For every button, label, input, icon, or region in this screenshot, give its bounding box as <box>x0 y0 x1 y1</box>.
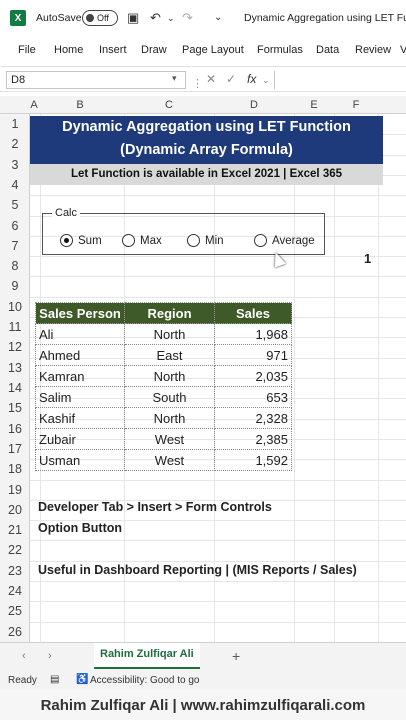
title-bar: X AutoSave Off ▣ ↶ ⌄ ↷ ⌄ Dynamic Aggrega… <box>0 0 406 36</box>
add-sheet-icon[interactable]: + <box>232 648 240 664</box>
cell-person[interactable]: Zubair <box>35 428 125 450</box>
radio-selected-icon <box>60 234 73 247</box>
ribbon-tabs: File Home Insert Draw Page Layout Formul… <box>0 36 406 64</box>
sales-table: Sales Person Region Sales Ali North 1,968 … <box>35 302 292 471</box>
accessibility-icon[interactable]: ♿ <box>76 674 88 685</box>
cell-region[interactable]: North <box>124 323 215 345</box>
cell-region[interactable]: West <box>124 428 215 450</box>
note-developer-tab: Developer Tab > Insert > Form Controls <box>38 500 272 514</box>
cell-sales[interactable]: 2,328 <box>214 407 292 429</box>
formula-bar: D8 ▾ ⋮ ✕ ✓ fx ⌄ <box>0 66 406 92</box>
linked-cell-value[interactable]: 1 <box>364 251 371 266</box>
tab-home[interactable]: Home <box>54 44 83 56</box>
macro-record-icon[interactable]: ▤ <box>50 674 59 685</box>
cell-sales[interactable]: 971 <box>214 344 292 366</box>
option-max[interactable]: Max <box>122 234 162 247</box>
cell-region[interactable]: East <box>124 344 215 366</box>
cell-region[interactable]: South <box>124 386 215 408</box>
tab-insert[interactable]: Insert <box>99 44 127 56</box>
enter-icon[interactable]: ✓ <box>226 72 236 86</box>
note-option-button: Option Button <box>38 521 122 535</box>
autosave-state: Off <box>97 13 109 23</box>
cell-region[interactable]: North <box>124 365 215 387</box>
accessibility-status[interactable]: Accessibility: Good to go <box>90 675 200 686</box>
option-average-label: Average <box>272 234 315 247</box>
insert-function-icon[interactable]: fx <box>247 72 256 86</box>
autosave-label: AutoSave <box>36 12 82 24</box>
table-header-row: Sales Person Region Sales <box>35 302 292 324</box>
cell-sales[interactable]: 2,385 <box>214 428 292 450</box>
fx-dropdown-icon[interactable]: ⌄ <box>262 75 270 86</box>
cell-region[interactable]: North <box>124 407 215 429</box>
tab-page-layout[interactable]: Page Layout <box>182 44 244 56</box>
save-icon[interactable]: ▣ <box>127 10 139 26</box>
undo-icon[interactable]: ↶ <box>150 10 161 26</box>
tab-file[interactable]: File <box>18 44 36 56</box>
cell-sales[interactable]: 653 <box>214 386 292 408</box>
option-average[interactable]: Average <box>254 234 315 247</box>
autosave-toggle[interactable]: Off <box>82 10 118 26</box>
cell-person[interactable]: Usman <box>35 449 125 471</box>
tab-draw[interactable]: Draw <box>141 44 167 56</box>
cell-person[interactable]: Kashif <box>35 407 125 429</box>
formula-bar-separator: ⋮ <box>192 78 203 90</box>
next-sheet-icon[interactable]: › <box>48 650 52 662</box>
table-row: Usman West 1,592 <box>35 449 292 471</box>
name-box[interactable]: D8 <box>6 71 186 89</box>
sheet-tab-active[interactable]: Rahim Zulfiqar Ali <box>94 643 200 669</box>
sheet-tab-bar: ‹ › Rahim Zulfiqar Ali + <box>0 642 406 670</box>
cell-sales[interactable]: 1,592 <box>214 449 292 471</box>
table-row: Ali North 1,968 <box>35 323 292 345</box>
status-bar: Ready ▤ ♿ Accessibility: Good to go <box>0 670 406 690</box>
cell-sales[interactable]: 2,035 <box>214 365 292 387</box>
header-sales-person[interactable]: Sales Person <box>35 302 125 324</box>
cell-person[interactable]: Ahmed <box>35 344 125 366</box>
status-ready: Ready <box>8 675 37 686</box>
radio-icon <box>254 234 267 247</box>
undo-dropdown-icon[interactable]: ⌄ <box>167 13 175 24</box>
redo-icon[interactable]: ↷ <box>182 10 193 26</box>
cell-content: Dynamic Aggregation using LET Function (… <box>0 96 406 642</box>
option-max-label: Max <box>140 234 162 247</box>
customize-toolbar-icon[interactable]: ⌄ <box>214 12 222 23</box>
cell-region[interactable]: West <box>124 449 215 471</box>
excel-logo-icon: X <box>10 10 26 26</box>
table-row: Zubair West 2,385 <box>35 428 292 450</box>
worksheet-grid[interactable]: A B C D E F 1 2 3 4 5 6 7 8 9 10 11 12 13 14 15 16 17 18 1… <box>0 96 406 643</box>
tab-data[interactable]: Data <box>316 44 339 56</box>
header-sales[interactable]: Sales <box>214 302 292 324</box>
cell-sales[interactable]: 1,968 <box>214 323 292 345</box>
table-row: Kamran North 2,035 <box>35 365 292 387</box>
banner-subtitle: (Dynamic Array Formula) <box>30 138 383 164</box>
prev-sheet-icon[interactable]: ‹ <box>22 650 26 662</box>
availability-note: Let Function is available in Excel 2021 … <box>30 164 383 185</box>
table-row: Salim South 653 <box>35 386 292 408</box>
tab-review[interactable]: Review <box>355 44 391 56</box>
option-sum[interactable]: Sum <box>60 234 102 247</box>
name-box-dropdown-icon[interactable]: ▾ <box>172 73 177 84</box>
radio-icon <box>122 234 135 247</box>
tab-formulas[interactable]: Formulas <box>257 44 303 56</box>
table-row: Kashif North 2,328 <box>35 407 292 429</box>
table-row: Ahmed East 971 <box>35 344 292 366</box>
option-min[interactable]: Min <box>187 234 224 247</box>
banner-title: Dynamic Aggregation using LET Function <box>30 116 383 138</box>
formula-input[interactable] <box>274 71 406 89</box>
option-sum-label: Sum <box>78 234 102 247</box>
document-title: Dynamic Aggregation using LET Functi <box>244 12 406 24</box>
tab-view[interactable]: V <box>400 44 406 56</box>
header-region[interactable]: Region <box>124 302 215 324</box>
note-dashboard: Useful in Dashboard Reporting | (MIS Rep… <box>38 563 357 577</box>
cell-person[interactable]: Salim <box>35 386 125 408</box>
cell-person[interactable]: Kamran <box>35 365 125 387</box>
cell-person[interactable]: Ali <box>35 323 125 345</box>
option-min-label: Min <box>205 234 224 247</box>
calc-group-label: Calc <box>52 207 81 219</box>
author-footer: Rahim Zulfiqar Ali | www.rahimzulfiqaral… <box>0 690 406 720</box>
radio-icon <box>187 234 200 247</box>
cancel-icon[interactable]: ✕ <box>206 72 216 86</box>
